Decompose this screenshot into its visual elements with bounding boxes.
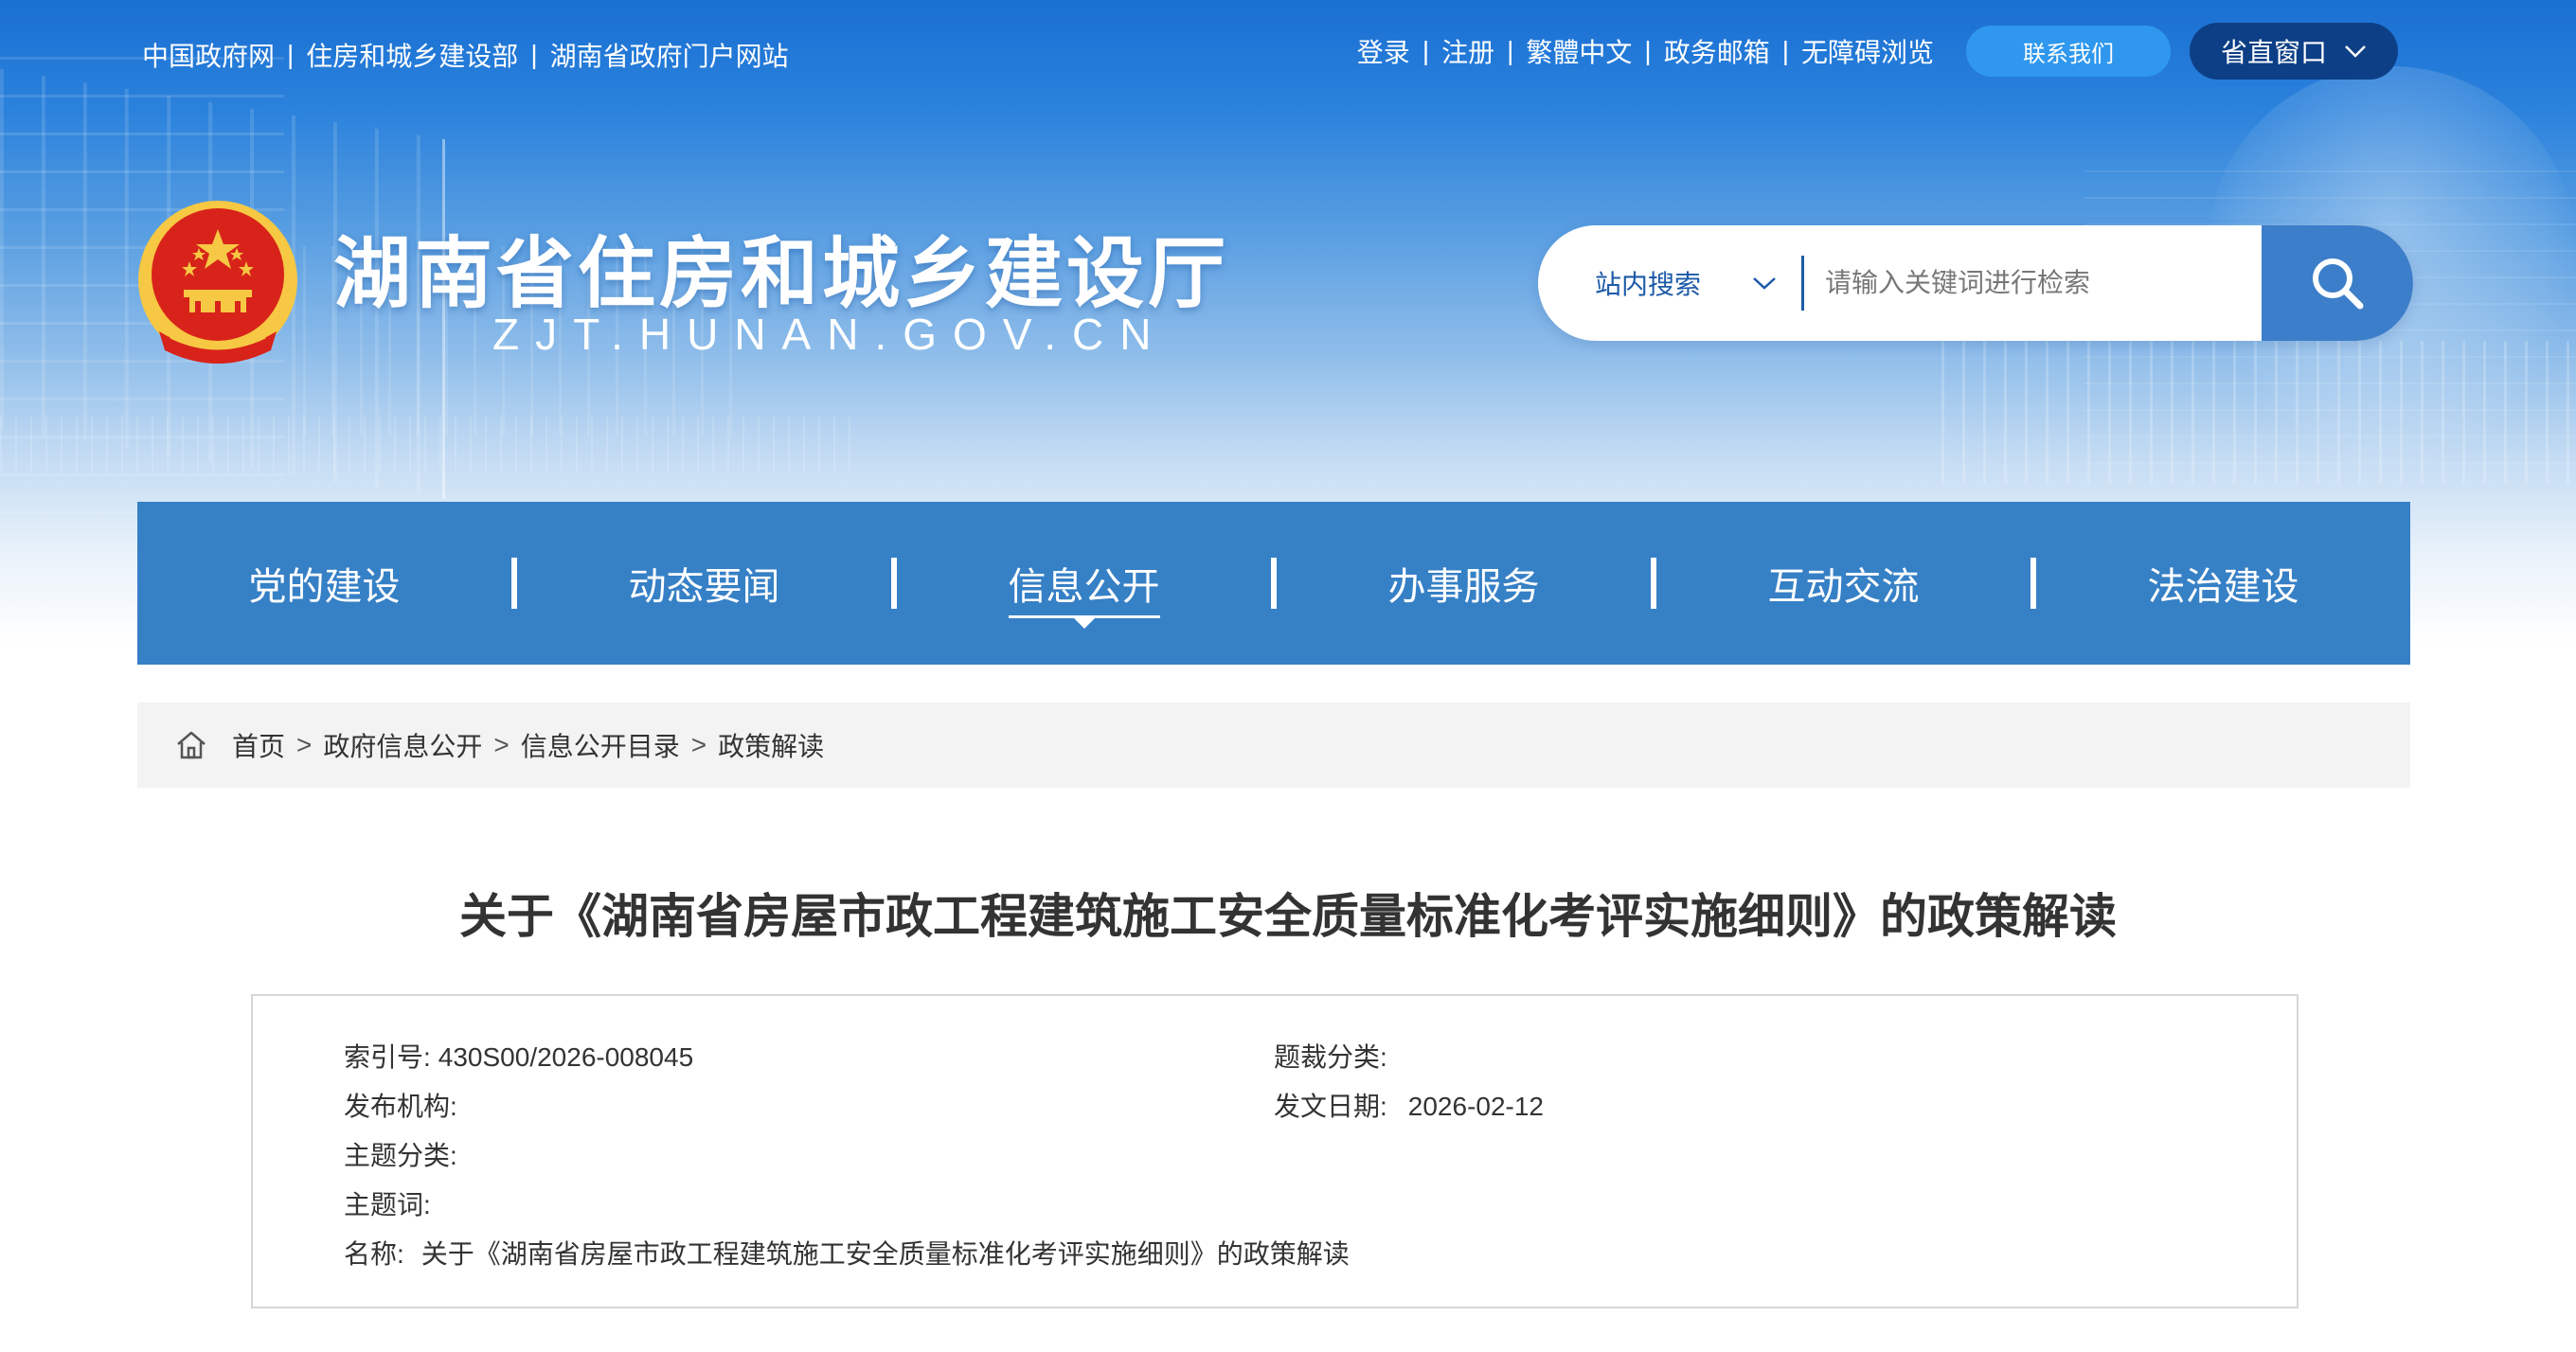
breadcrumb-info-catalog[interactable]: 信息公开目录: [521, 726, 680, 764]
provincial-window-label: 省直窗口: [2220, 38, 2327, 67]
monument-decoration: [1941, 341, 2576, 483]
breadcrumb-separator: >: [690, 730, 707, 759]
nav-item-party-building[interactable]: 党的建设: [137, 502, 511, 665]
link-separator: |: [530, 40, 538, 69]
accessibility-link[interactable]: 无障碍浏览: [1801, 32, 1934, 70]
meta-publisher-label: 发布机构:: [344, 1092, 457, 1121]
home-icon: [177, 731, 206, 759]
nav-item-services[interactable]: 办事服务: [1277, 502, 1651, 665]
register-link[interactable]: 注册: [1441, 32, 1494, 70]
link-separator: |: [1422, 36, 1430, 65]
site-domain: ZJT.HUNAN.GOV.CN: [492, 310, 1168, 359]
meta-name: 名称: 关于《湖南省房屋市政工程建筑施工安全质量标准化考评实施细则》的政策解读: [344, 1234, 1350, 1272]
breadcrumb-gov-info[interactable]: 政府信息公开: [323, 726, 482, 764]
meta-date-value: 2026-02-12: [1407, 1092, 1545, 1121]
meta-date: 发文日期: 2026-02-12: [1274, 1086, 1544, 1124]
link-separator: |: [1507, 36, 1514, 65]
active-indicator: [1070, 615, 1098, 629]
meta-keywords: 主题词:: [344, 1184, 431, 1222]
search-icon: [2313, 258, 2364, 310]
chevron-down-icon: [1753, 277, 1776, 290]
top-link-gov[interactable]: 中国政府网: [142, 36, 275, 74]
meta-name-value: 关于《湖南省房屋市政工程建筑施工安全质量标准化考评实施细则》的政策解读: [420, 1239, 1350, 1269]
breadcrumb: 首页 > 政府信息公开 > 信息公开目录 > 政策解读: [137, 703, 2410, 788]
nav-item-rule-of-law[interactable]: 法治建设: [2036, 502, 2410, 665]
link-separator: |: [1781, 36, 1789, 65]
search-button[interactable]: [2262, 225, 2413, 341]
nav-item-news[interactable]: 动态要闻: [517, 502, 891, 665]
metadata-box: 索引号: 430S00/2026-008045 题裁分类: 发布机构: 发文日期:…: [251, 994, 2299, 1308]
breadcrumb-separator: >: [493, 730, 510, 759]
meta-index: 索引号: 430S00/2026-008045: [344, 1037, 693, 1075]
national-emblem-logo: [138, 201, 297, 364]
top-link-mohurd[interactable]: 住房和城乡建设部: [306, 36, 518, 74]
header-banner: [0, 0, 2576, 786]
search-scope-label: 站内搜索: [1595, 269, 1702, 300]
search-input[interactable]: [1804, 225, 2262, 341]
nav-item-label: 信息公开: [1008, 566, 1160, 608]
top-links: 中国政府网 | 住房和城乡建设部 | 湖南省政府门户网站: [142, 36, 789, 74]
meta-category: 题裁分类:: [1274, 1037, 1387, 1075]
building-decoration: [0, 417, 852, 473]
provincial-window-dropdown[interactable]: 省直窗口: [2190, 23, 2398, 80]
link-separator: |: [287, 40, 295, 69]
breadcrumb-policy-interpretation[interactable]: 政策解读: [718, 726, 824, 764]
login-link[interactable]: 登录: [1357, 32, 1410, 70]
meta-index-label: 索引号:: [344, 1042, 431, 1072]
nav-item-info-disclosure[interactable]: 信息公开: [897, 502, 1271, 665]
meta-index-value: 430S00/2026-008045: [438, 1042, 694, 1072]
chevron-down-icon: [2345, 45, 2366, 58]
meta-publisher: 发布机构:: [344, 1086, 457, 1124]
traditional-chinese-link[interactable]: 繁體中文: [1526, 32, 1632, 70]
search-bar: 站内搜索: [1538, 225, 2413, 341]
link-separator: |: [1644, 36, 1652, 65]
site-title: 湖南省住房和城乡建设厅: [333, 231, 1230, 317]
breadcrumb-home[interactable]: 首页: [232, 726, 285, 764]
gov-mail-link[interactable]: 政务邮箱: [1664, 32, 1770, 70]
main-nav: 党的建设 动态要闻 信息公开 办事服务 互动交流 法治建设: [137, 502, 2410, 665]
meta-date-label: 发文日期:: [1274, 1092, 1387, 1121]
search-scope-select[interactable]: 站内搜索: [1538, 225, 1801, 341]
contact-us-button[interactable]: 联系我们: [1966, 26, 2171, 77]
account-links: 登录 | 注册 | 繁體中文 | 政务邮箱 | 无障碍浏览 联系我们 省直窗口: [1357, 23, 2398, 80]
meta-keywords-label: 主题词:: [344, 1190, 431, 1219]
article-title: 关于《湖南省房屋市政工程建筑施工安全质量标准化考评实施细则》的政策解读: [459, 890, 2117, 943]
breadcrumb-separator: >: [296, 730, 313, 759]
meta-topic-label: 主题分类:: [344, 1141, 457, 1170]
meta-topic: 主题分类:: [344, 1135, 457, 1173]
top-link-hunan-portal[interactable]: 湖南省政府门户网站: [550, 36, 789, 74]
nav-item-interaction[interactable]: 互动交流: [1656, 502, 2030, 665]
meta-category-label: 题裁分类:: [1274, 1042, 1387, 1072]
meta-name-label: 名称:: [344, 1239, 404, 1269]
